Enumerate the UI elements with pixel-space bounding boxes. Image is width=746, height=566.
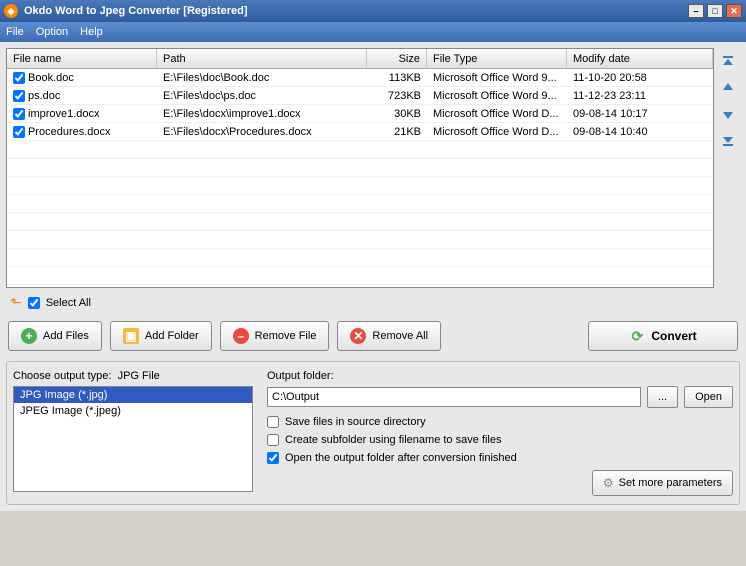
table-row[interactable]: Book.doc E:\Files\doc\Book.doc113KBMicros… xyxy=(7,69,713,87)
save-source-checkbox[interactable] xyxy=(267,416,279,428)
file-name: Book.doc xyxy=(28,72,74,84)
col-header-date[interactable]: Modify date xyxy=(567,49,713,68)
minus-icon: – xyxy=(233,328,249,344)
move-bottom-button[interactable] xyxy=(718,130,738,150)
file-table[interactable]: File name Path Size File Type Modify dat… xyxy=(6,48,714,288)
file-size: 113KB xyxy=(367,71,427,85)
menu-help[interactable]: Help xyxy=(80,26,103,38)
file-path: E:\Files\docx\Procedures.docx xyxy=(157,125,367,139)
minimize-button[interactable]: – xyxy=(688,4,704,18)
file-name: Procedures.docx xyxy=(28,126,111,138)
remove-all-button[interactable]: ✕Remove All xyxy=(337,321,441,351)
select-all-label: Select All xyxy=(46,297,91,309)
output-type-listbox[interactable]: JPG Image (*.jpg)JPEG Image (*.jpeg) xyxy=(13,386,253,492)
file-date: 11-12-23 23:11 xyxy=(567,89,713,103)
menu-option[interactable]: Option xyxy=(36,26,68,38)
file-date: 09-08-14 10:17 xyxy=(567,107,713,121)
file-size: 21KB xyxy=(367,125,427,139)
window-title: Okdo Word to Jpeg Converter [Registered] xyxy=(24,5,688,17)
output-type-label: Choose output type: JPG File xyxy=(13,370,253,382)
col-header-name[interactable]: File name xyxy=(7,49,157,68)
plus-icon: + xyxy=(21,328,37,344)
x-icon: ✕ xyxy=(350,328,366,344)
file-date: 11-10-20 20:58 xyxy=(567,71,713,85)
folder-icon: ▣ xyxy=(123,328,139,344)
table-row[interactable]: improve1.docx E:\Files\docx\improve1.docx… xyxy=(7,105,713,123)
open-after-checkbox[interactable] xyxy=(267,452,279,464)
select-all-checkbox[interactable] xyxy=(28,297,40,309)
file-path: E:\Files\docx\improve1.docx xyxy=(157,107,367,121)
file-type: Microsoft Office Word 9... xyxy=(427,71,567,85)
gear-icon: ⚙ xyxy=(603,476,614,490)
table-row-empty xyxy=(7,249,713,267)
table-row-empty xyxy=(7,177,713,195)
add-files-button[interactable]: +Add Files xyxy=(8,321,102,351)
file-name: improve1.docx xyxy=(28,108,100,120)
col-header-path[interactable]: Path xyxy=(157,49,367,68)
output-folder-input[interactable] xyxy=(267,387,641,407)
col-header-type[interactable]: File Type xyxy=(427,49,567,68)
file-type: Microsoft Office Word 9... xyxy=(427,89,567,103)
list-item[interactable]: JPEG Image (*.jpeg) xyxy=(14,403,252,419)
move-top-button[interactable] xyxy=(718,52,738,72)
maximize-button[interactable]: □ xyxy=(707,4,723,18)
menu-file[interactable]: File xyxy=(6,26,24,38)
table-row[interactable]: Procedures.docx E:\Files\docx\Procedures.… xyxy=(7,123,713,141)
open-folder-button[interactable]: Open xyxy=(684,386,733,408)
col-header-size[interactable]: Size xyxy=(367,49,427,68)
row-checkbox[interactable] xyxy=(13,90,25,102)
up-level-icon[interactable]: ⬑ xyxy=(10,294,22,311)
file-path: E:\Files\doc\Book.doc xyxy=(157,71,367,85)
browse-button[interactable]: ... xyxy=(647,386,678,408)
table-row-empty xyxy=(7,141,713,159)
convert-icon: ⟳ xyxy=(629,328,645,344)
file-name: ps.doc xyxy=(28,90,60,102)
save-source-label: Save files in source directory xyxy=(285,416,426,428)
table-row-empty xyxy=(7,267,713,285)
open-after-label: Open the output folder after conversion … xyxy=(285,452,517,464)
set-parameters-button[interactable]: ⚙Set more parameters xyxy=(592,470,733,496)
file-size: 723KB xyxy=(367,89,427,103)
add-folder-button[interactable]: ▣Add Folder xyxy=(110,321,212,351)
table-row-empty xyxy=(7,159,713,177)
titlebar: ◆ Okdo Word to Jpeg Converter [Registere… xyxy=(0,0,746,22)
file-type: Microsoft Office Word D... xyxy=(427,107,567,121)
row-checkbox[interactable] xyxy=(13,126,25,138)
move-down-button[interactable] xyxy=(718,104,738,124)
table-row-empty xyxy=(7,231,713,249)
list-item[interactable]: JPG Image (*.jpg) xyxy=(14,387,252,403)
remove-file-button[interactable]: –Remove File xyxy=(220,321,330,351)
row-checkbox[interactable] xyxy=(13,72,25,84)
file-path: E:\Files\doc\ps.doc xyxy=(157,89,367,103)
file-type: Microsoft Office Word D... xyxy=(427,125,567,139)
app-icon: ◆ xyxy=(4,4,18,18)
table-row-empty xyxy=(7,213,713,231)
menubar: File Option Help xyxy=(0,22,746,42)
file-size: 30KB xyxy=(367,107,427,121)
table-row[interactable]: ps.doc E:\Files\doc\ps.doc723KBMicrosoft … xyxy=(7,87,713,105)
move-up-button[interactable] xyxy=(718,78,738,98)
table-row-empty xyxy=(7,195,713,213)
output-folder-label: Output folder: xyxy=(267,370,733,382)
close-button[interactable]: ✕ xyxy=(726,4,742,18)
convert-button[interactable]: ⟳Convert xyxy=(588,321,738,351)
row-checkbox[interactable] xyxy=(13,108,25,120)
file-date: 09-08-14 10:40 xyxy=(567,125,713,139)
create-subfolder-label: Create subfolder using filename to save … xyxy=(285,434,501,446)
create-subfolder-checkbox[interactable] xyxy=(267,434,279,446)
